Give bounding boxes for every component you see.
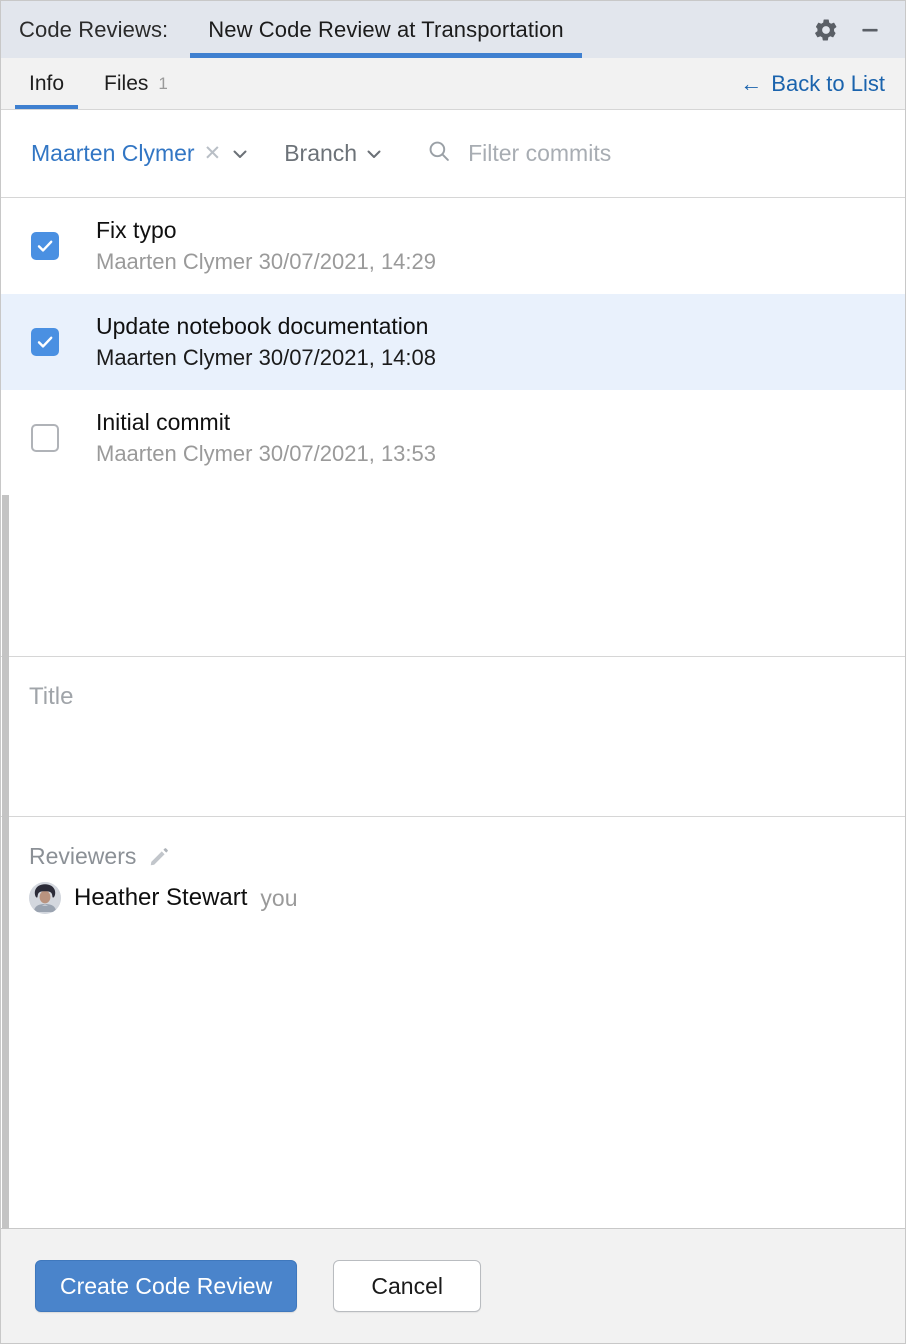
avatar bbox=[29, 882, 61, 914]
tab-files[interactable]: Files 1 bbox=[84, 58, 188, 109]
tab-files-count: 1 bbox=[158, 74, 167, 94]
commit-author: Maarten Clymer bbox=[96, 345, 252, 370]
create-code-review-button[interactable]: Create Code Review bbox=[35, 1260, 297, 1312]
scrollbar-thumb[interactable] bbox=[2, 495, 9, 1229]
dialog-footer: Create Code Review Cancel bbox=[1, 1229, 905, 1343]
tab-info-label: Info bbox=[29, 72, 64, 96]
title-input[interactable] bbox=[29, 683, 877, 711]
chevron-down-icon[interactable] bbox=[364, 144, 384, 164]
gear-icon[interactable] bbox=[809, 13, 843, 47]
author-filter-chip[interactable]: Maarten Clymer ✕ bbox=[31, 140, 250, 167]
minimize-icon[interactable] bbox=[853, 13, 887, 47]
commit-row[interactable]: Initial commit Maarten Clymer 30/07/2021… bbox=[1, 390, 905, 486]
commit-meta: Maarten Clymer 30/07/2021, 14:08 bbox=[96, 344, 436, 372]
back-to-list-link[interactable]: ← Back to List bbox=[740, 58, 905, 109]
commit-meta: Maarten Clymer 30/07/2021, 13:53 bbox=[96, 440, 436, 468]
reviewer-name: Heather Stewart bbox=[74, 884, 247, 912]
commit-message: Fix typo bbox=[96, 216, 436, 245]
commits-list: Fix typo Maarten Clymer 30/07/2021, 14:2… bbox=[1, 198, 905, 657]
arrow-left-icon: ← bbox=[740, 73, 762, 95]
commit-text: Fix typo Maarten Clymer 30/07/2021, 14:2… bbox=[96, 216, 436, 275]
back-to-list-label: Back to List bbox=[771, 71, 885, 97]
commit-filter-bar: Maarten Clymer ✕ Branch bbox=[1, 110, 905, 198]
reviewers-header: Reviewers bbox=[29, 843, 877, 870]
tab-info[interactable]: Info bbox=[9, 58, 84, 109]
commit-checkbox[interactable] bbox=[31, 232, 59, 260]
commit-text: Update notebook documentation Maarten Cl… bbox=[96, 312, 436, 371]
commit-author: Maarten Clymer bbox=[96, 441, 252, 466]
commit-timestamp: 30/07/2021, 13:53 bbox=[259, 441, 436, 466]
window-tab-title: New Code Review at Transportation bbox=[208, 17, 563, 43]
branch-filter-label: Branch bbox=[284, 140, 357, 167]
window-tab-new-code-review[interactable]: New Code Review at Transportation bbox=[190, 1, 581, 58]
reviewer-you-badge: you bbox=[260, 885, 297, 912]
close-icon[interactable]: ✕ bbox=[204, 143, 222, 164]
branch-filter-dropdown[interactable]: Branch bbox=[284, 140, 384, 167]
tab-files-label: Files bbox=[104, 72, 148, 96]
window-titlebar: Code Reviews: New Code Review at Transpo… bbox=[1, 1, 905, 58]
tabs-bar: Info Files 1 ← Back to List bbox=[1, 58, 905, 110]
cancel-button[interactable]: Cancel bbox=[333, 1260, 481, 1312]
commit-checkbox[interactable] bbox=[31, 328, 59, 356]
reviewers-section: Reviewers bbox=[1, 817, 905, 1229]
window-actions bbox=[809, 13, 905, 47]
commit-timestamp: 30/07/2021, 14:29 bbox=[259, 249, 436, 274]
pencil-icon[interactable] bbox=[148, 846, 170, 868]
filter-commits-input[interactable] bbox=[468, 140, 905, 167]
search-icon bbox=[426, 138, 452, 169]
title-section bbox=[1, 657, 905, 817]
reviewer-item[interactable]: Heather Stewart you bbox=[29, 882, 877, 914]
chevron-down-icon[interactable] bbox=[230, 144, 250, 164]
commit-message: Initial commit bbox=[96, 408, 436, 437]
commit-checkbox[interactable] bbox=[31, 424, 59, 452]
commit-search bbox=[426, 138, 905, 169]
app-label: Code Reviews: bbox=[19, 17, 168, 43]
reviewers-label: Reviewers bbox=[29, 843, 136, 870]
commit-meta: Maarten Clymer 30/07/2021, 14:29 bbox=[96, 248, 436, 276]
commit-author: Maarten Clymer bbox=[96, 249, 252, 274]
code-review-dialog: Code Reviews: New Code Review at Transpo… bbox=[0, 0, 906, 1344]
commit-text: Initial commit Maarten Clymer 30/07/2021… bbox=[96, 408, 436, 467]
commit-message: Update notebook documentation bbox=[96, 312, 436, 341]
commit-row[interactable]: Update notebook documentation Maarten Cl… bbox=[1, 294, 905, 390]
commit-timestamp: 30/07/2021, 14:08 bbox=[259, 345, 436, 370]
author-filter-name: Maarten Clymer bbox=[31, 140, 195, 167]
commit-row[interactable]: Fix typo Maarten Clymer 30/07/2021, 14:2… bbox=[1, 198, 905, 294]
